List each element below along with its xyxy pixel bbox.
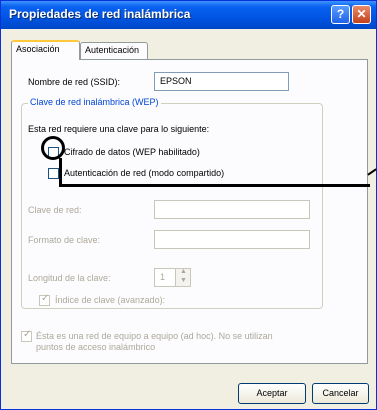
callout-line-horizontal xyxy=(59,184,370,187)
wep-intro-text: Esta red requiere una clave para lo sigu… xyxy=(28,124,210,134)
key-format-label: Formato de clave: xyxy=(28,235,101,245)
tab-panel: Nombre de red (SSID): EPSON Clave de red… xyxy=(11,59,368,364)
key-length-label: Longitud de la clave: xyxy=(28,273,111,283)
auth-checkbox[interactable] xyxy=(48,168,59,179)
tab-association[interactable]: Asociación xyxy=(11,40,80,60)
key-format-input[interactable] xyxy=(154,230,310,249)
spin-down-icon: ▼ xyxy=(180,277,187,284)
key-length-spinner[interactable]: ▲ ▼ xyxy=(175,268,191,287)
callout-line-tail xyxy=(367,168,377,176)
key-index-label: Índice de clave (avanzado): xyxy=(55,295,166,305)
wireless-properties-dialog: Propiedades de red inalámbrica ? ✕ Asoci… xyxy=(0,0,377,410)
title-bar: Propiedades de red inalámbrica ? ✕ xyxy=(1,1,376,29)
key-index-checkbox[interactable]: ✓ xyxy=(39,293,50,306)
auth-label: Autenticación de red (modo compartido) xyxy=(64,168,225,178)
checkmark-icon: ✓ xyxy=(23,329,32,340)
callout-circle xyxy=(41,136,65,160)
callout-line-vertical xyxy=(59,158,62,186)
network-key-label: Clave de red: xyxy=(28,205,82,215)
spin-up-icon: ▲ xyxy=(180,268,187,275)
network-key-input[interactable] xyxy=(154,200,310,219)
help-button[interactable]: ? xyxy=(331,5,350,24)
tab-authentication[interactable]: Autenticación xyxy=(80,42,148,59)
encryption-label: Cifrado de datos (WEP habilitado) xyxy=(64,147,200,157)
close-button[interactable]: ✕ xyxy=(352,5,371,24)
adhoc-label-line1: Ésta es una red de equipo a equipo (ad h… xyxy=(36,331,273,341)
window-title: Propiedades de red inalámbrica xyxy=(9,7,191,21)
key-length-input[interactable]: 1 xyxy=(154,268,176,287)
adhoc-checkbox[interactable]: ✓ xyxy=(21,329,32,342)
checkmark-icon: ✓ xyxy=(41,293,50,304)
ssid-label: Nombre de red (SSID): xyxy=(28,77,121,87)
ok-button[interactable]: Aceptar xyxy=(238,383,306,404)
adhoc-label-line2: puntos de acceso inalámbrico xyxy=(36,342,156,352)
wep-group-title: Clave de red inalámbrica (WEP) xyxy=(28,97,161,107)
ssid-input[interactable]: EPSON xyxy=(154,72,289,91)
cancel-button[interactable]: Cancelar xyxy=(312,383,369,404)
